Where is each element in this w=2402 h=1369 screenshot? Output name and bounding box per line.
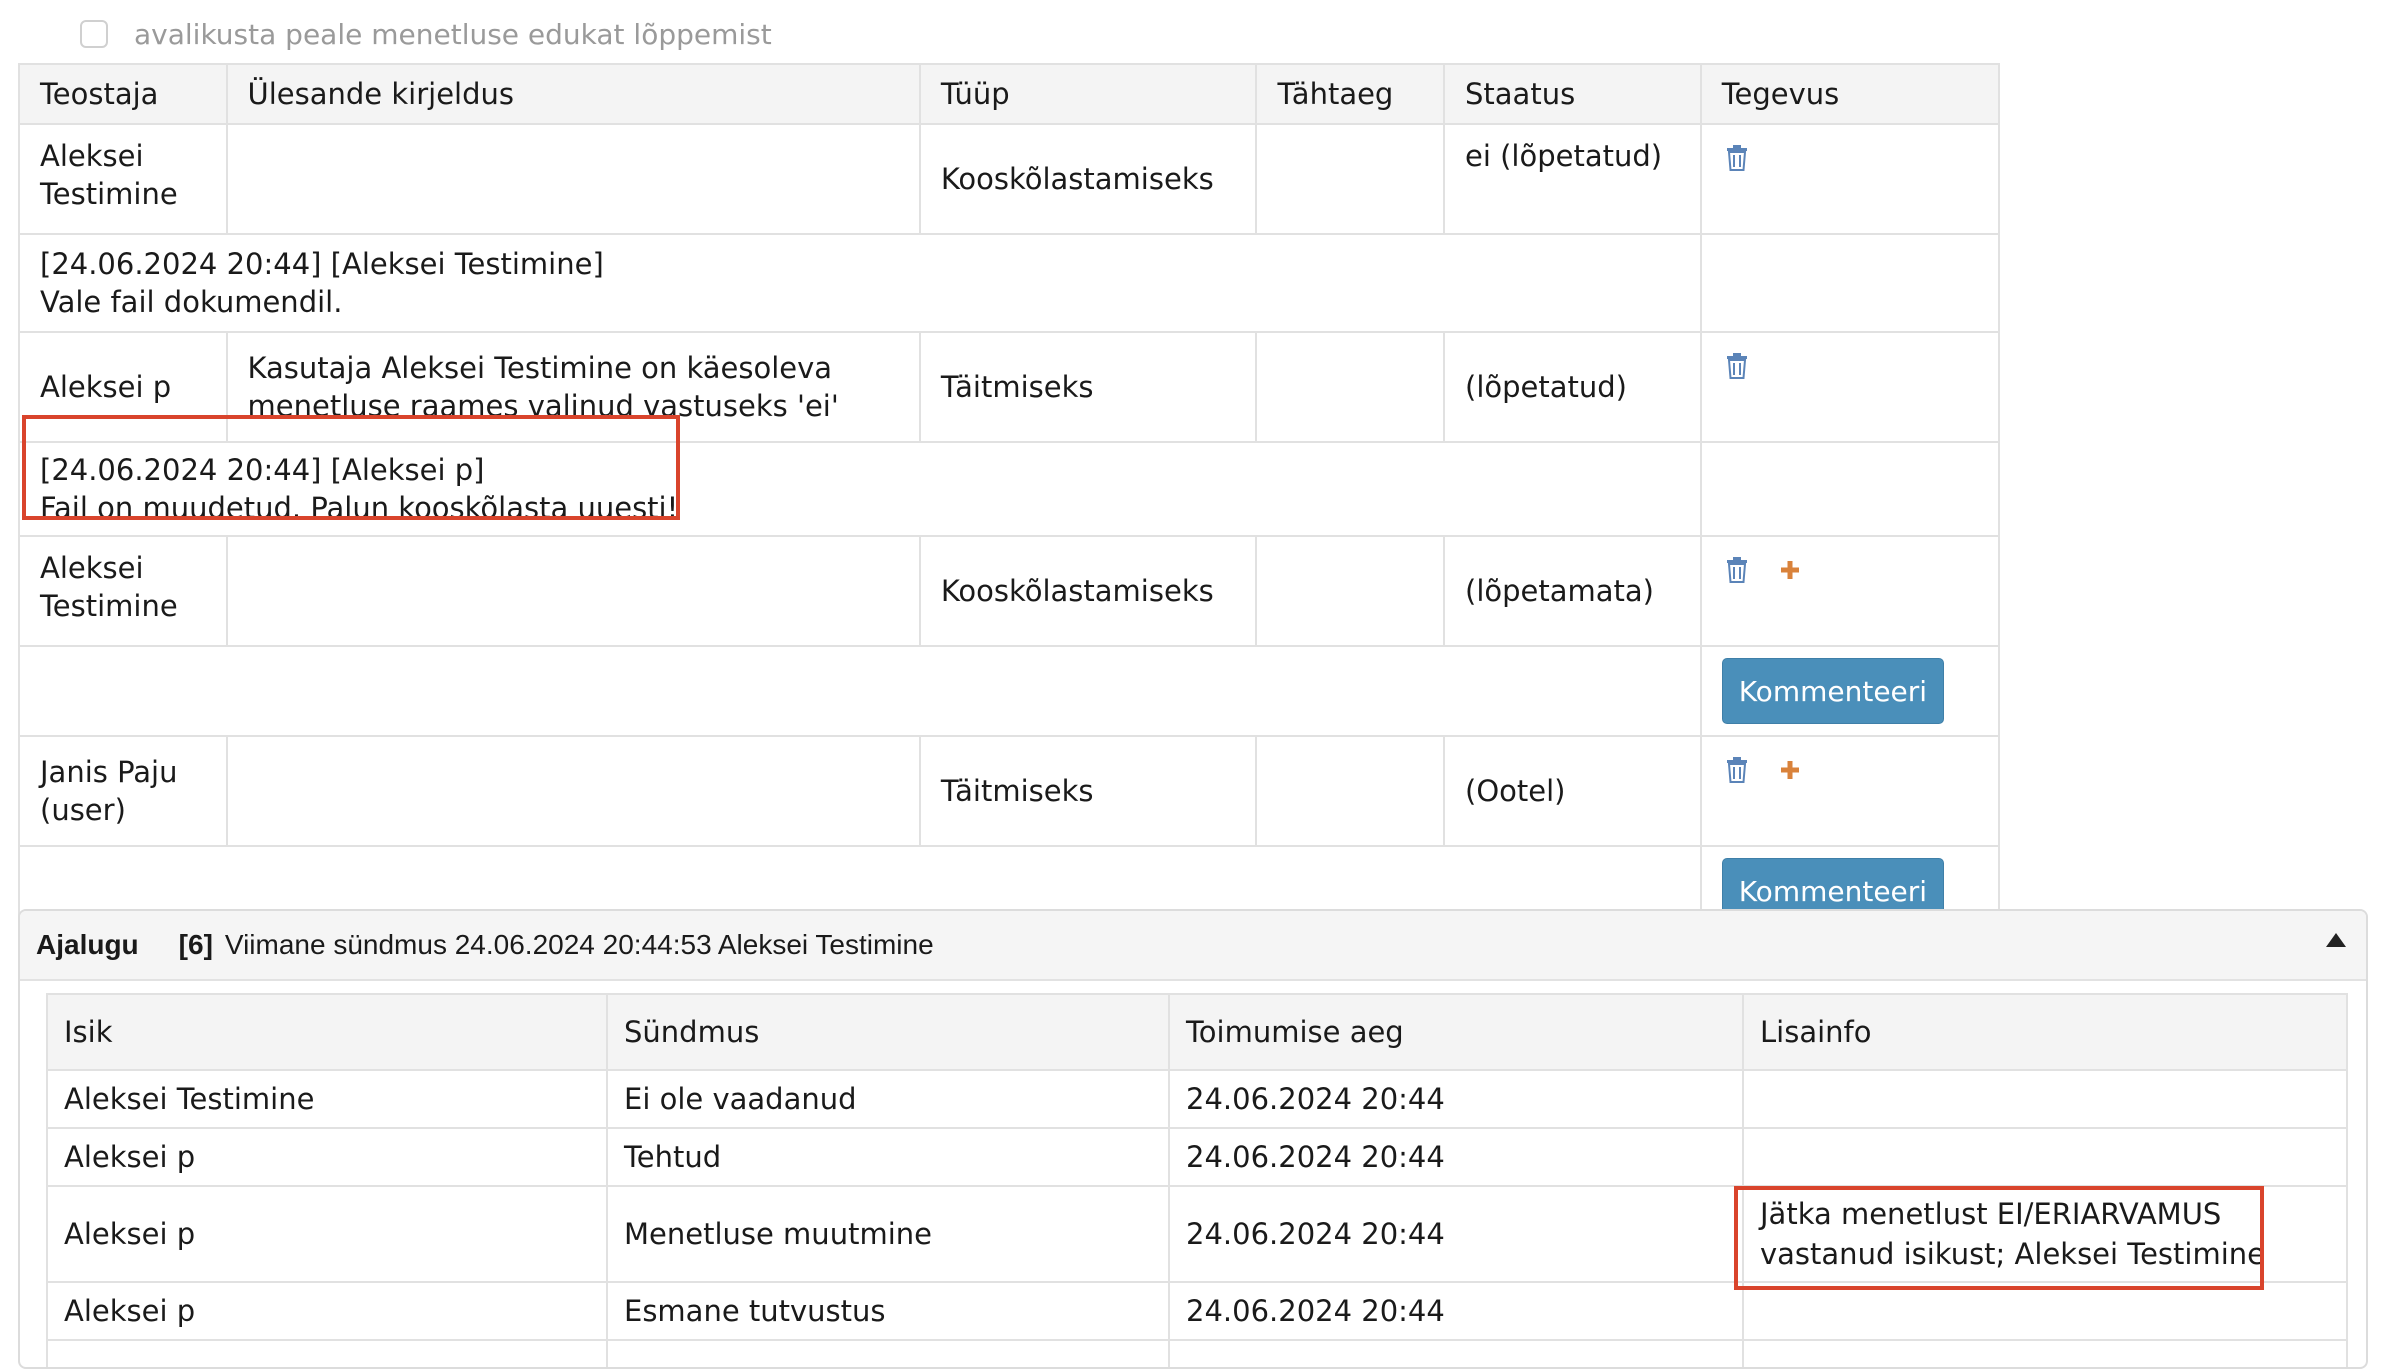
history-person: Aleksei p	[46, 1185, 608, 1283]
task-deadline	[1255, 535, 1445, 647]
history-info	[1742, 1281, 2348, 1341]
col-header-tuup: Tüüp	[918, 63, 1258, 125]
history-person: Aleksei Testimine	[46, 1069, 608, 1129]
task-row: Janis Paju (user) Täitmiseks (Ootel)	[18, 735, 2001, 847]
task-actions	[1699, 331, 2001, 443]
history-header-row: Isik Sündmus Toimumise aeg Lisainfo	[46, 993, 2348, 1071]
highlight-comment-box	[22, 415, 680, 520]
task-comment-action-cell	[1699, 441, 2001, 537]
task-description	[225, 123, 921, 235]
history-event: Esmane tutvustus	[606, 1281, 1170, 1341]
comment-header: [24.06.2024 20:44] [Aleksei Testimine]	[40, 247, 604, 281]
task-actions	[1699, 735, 2001, 847]
history-event	[606, 1339, 1170, 1367]
task-deadline	[1255, 123, 1445, 235]
trash-icon[interactable]	[1722, 555, 1752, 585]
history-table: Isik Sündmus Toimumise aeg Lisainfo Alek…	[46, 993, 2348, 1367]
history-last-event: Viimane sündmus 24.06.2024 20:44:53 Alek…	[224, 929, 934, 960]
task-comment-button-row: Kommenteeri	[18, 645, 2001, 737]
history-person	[46, 1339, 608, 1367]
task-status: (Ootel)	[1443, 735, 1702, 847]
col-header-isik: Isik	[46, 993, 608, 1071]
task-comment-row: [24.06.2024 20:44] [Aleksei Testimine] V…	[18, 233, 2001, 333]
trash-icon[interactable]	[1722, 351, 1752, 381]
task-row: Aleksei Testimine Kooskõlastamiseks ei (…	[18, 123, 2001, 235]
task-deadline	[1255, 331, 1445, 443]
col-header-sundmus: Sündmus	[606, 993, 1170, 1071]
comment-button-cell: Kommenteeri	[1699, 645, 2001, 737]
history-row	[46, 1339, 2348, 1367]
history-event: Ei ole vaadanud	[606, 1069, 1170, 1129]
task-performer: Aleksei Testimine	[18, 535, 228, 647]
col-header-lisainfo: Lisainfo	[1742, 993, 2348, 1071]
publish-option: avalikusta peale menetluse edukat lõppem…	[80, 14, 772, 54]
history-row: Aleksei Testimine Ei ole vaadanud 24.06.…	[46, 1069, 2348, 1129]
task-actions	[1699, 535, 2001, 647]
empty-cell	[18, 645, 1702, 737]
task-description	[225, 535, 921, 647]
task-description	[225, 735, 921, 847]
history-info	[1742, 1339, 2348, 1367]
task-type: Täitmiseks	[918, 331, 1258, 443]
task-deadline	[1255, 735, 1445, 847]
task-status: (lõpetamata)	[1443, 535, 1702, 647]
col-header-staatus: Staatus	[1443, 63, 1702, 125]
history-time: 24.06.2024 20:44	[1168, 1185, 1744, 1283]
publish-checkbox[interactable]	[80, 20, 108, 48]
task-actions	[1699, 123, 2001, 235]
col-header-kirjeldus: Ülesande kirjeldus	[225, 63, 921, 125]
history-row: Aleksei p Esmane tutvustus 24.06.2024 20…	[46, 1281, 2348, 1341]
task-performer: Aleksei Testimine	[18, 123, 228, 235]
col-header-toimumise-aeg: Toimumise aeg	[1168, 993, 1744, 1071]
task-type: Kooskõlastamiseks	[918, 123, 1258, 235]
trash-icon[interactable]	[1722, 143, 1752, 173]
tasks-header-row: Teostaja Ülesande kirjeldus Tüüp Tähtaeg…	[18, 63, 2001, 125]
history-title: Ajalugu	[36, 929, 139, 960]
task-status: (lõpetatud)	[1443, 331, 1702, 443]
plus-icon[interactable]	[1775, 755, 1805, 785]
history-time	[1168, 1339, 1744, 1367]
col-header-tahtaeg: Tähtaeg	[1255, 63, 1445, 125]
history-info	[1742, 1127, 2348, 1187]
history-panel: Ajalugu [6] Viimane sündmus 24.06.2024 2…	[18, 909, 2368, 1369]
col-header-tegevus: Tegevus	[1699, 63, 2001, 125]
history-person: Aleksei p	[46, 1281, 608, 1341]
trash-icon[interactable]	[1722, 755, 1752, 785]
caret-up-icon[interactable]	[2326, 933, 2346, 947]
publish-checkbox-label: avalikusta peale menetluse edukat lõppem…	[134, 17, 772, 51]
comment-text: Vale fail dokumendil.	[40, 285, 343, 319]
col-header-teostaja: Teostaja	[18, 63, 228, 125]
history-event: Menetluse muutmine	[606, 1185, 1170, 1283]
comment-button[interactable]: Kommenteeri	[1721, 658, 1945, 724]
task-row: Aleksei Testimine Kooskõlastamiseks (lõp…	[18, 535, 2001, 647]
history-panel-header[interactable]: Ajalugu [6] Viimane sündmus 24.06.2024 2…	[20, 911, 2366, 981]
history-time: 24.06.2024 20:44	[1168, 1281, 1744, 1341]
task-performer: Janis Paju (user)	[18, 735, 228, 847]
history-time: 24.06.2024 20:44	[1168, 1127, 1744, 1187]
history-event: Tehtud	[606, 1127, 1170, 1187]
plus-icon[interactable]	[1775, 555, 1805, 585]
history-time: 24.06.2024 20:44	[1168, 1069, 1744, 1129]
task-status: ei (lõpetatud)	[1443, 123, 1702, 235]
history-info	[1742, 1069, 2348, 1129]
task-comment-action-cell	[1699, 233, 2001, 333]
history-count: [6]	[178, 929, 213, 960]
history-person: Aleksei p	[46, 1127, 608, 1187]
task-comment: [24.06.2024 20:44] [Aleksei Testimine] V…	[18, 233, 1702, 333]
task-description-line: Kasutaja Aleksei Testimine on käesoleva	[247, 351, 833, 385]
history-row: Aleksei p Tehtud 24.06.2024 20:44	[46, 1127, 2348, 1187]
task-type: Täitmiseks	[918, 735, 1258, 847]
task-type: Kooskõlastamiseks	[918, 535, 1258, 647]
highlight-info-box	[1734, 1186, 2264, 1290]
